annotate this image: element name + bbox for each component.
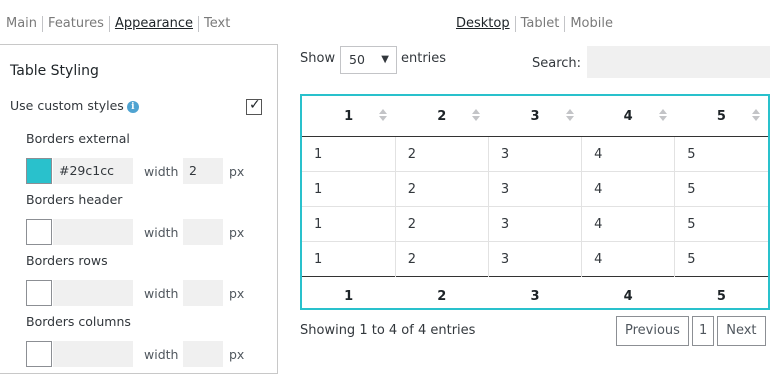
column-header-5[interactable]: 5 bbox=[674, 96, 768, 137]
pagination: Previous 1 Next bbox=[616, 316, 766, 346]
use-custom-styles-row: Use custom styles i bbox=[10, 98, 139, 113]
sort-icon bbox=[379, 109, 388, 121]
previous-button[interactable]: Previous bbox=[616, 316, 689, 346]
table-cell: 5 bbox=[674, 171, 768, 207]
checkmark-icon: ✓ bbox=[249, 97, 261, 113]
table-cell: 4 bbox=[581, 171, 675, 207]
show-label: Show bbox=[300, 51, 336, 66]
sort-icon bbox=[658, 109, 667, 121]
borders-columns-color-input[interactable] bbox=[53, 341, 133, 367]
sort-icon bbox=[752, 109, 760, 121]
table-cell: 3 bbox=[487, 171, 582, 207]
table-cell: 1 bbox=[302, 206, 396, 242]
header-row: 1 2 3 4 5 bbox=[302, 96, 768, 137]
table-cell: 5 bbox=[674, 136, 768, 172]
preview-table: 1 2 3 4 5 1 2 3 4 5 1 2 3 4 5 1 2 3 4 5 … bbox=[302, 96, 768, 315]
info-icon[interactable]: i bbox=[126, 101, 139, 113]
borders-header-unit: px bbox=[229, 225, 245, 240]
borders-external-color-swatch[interactable] bbox=[26, 158, 52, 184]
table-cell: 5 bbox=[674, 241, 768, 277]
column-header-3[interactable]: 3 bbox=[488, 96, 582, 137]
borders-columns-label: Borders columns bbox=[26, 314, 131, 329]
table-cell: 1 bbox=[314, 146, 323, 162]
table-preview: 1 2 3 4 5 1 2 3 4 5 1 2 3 4 5 1 2 3 4 5 … bbox=[300, 94, 770, 315]
tab-features[interactable]: Features bbox=[42, 16, 109, 32]
borders-external-width-input[interactable]: 2 bbox=[183, 158, 223, 184]
use-custom-styles-checkbox[interactable]: ✓ bbox=[246, 97, 262, 115]
table-cell: 2 bbox=[394, 171, 489, 207]
table-row: 1 2 3 4 5 bbox=[302, 171, 768, 207]
column-header-1[interactable]: 1 bbox=[302, 96, 396, 137]
column-footer-2: 2 bbox=[395, 276, 489, 315]
page-length-select[interactable]: 50 ▼ bbox=[340, 46, 397, 74]
search-label: Search: bbox=[532, 56, 582, 71]
column-header-label: 3 bbox=[530, 108, 540, 124]
column-header-label: 2 bbox=[437, 108, 447, 124]
entries-label: entries bbox=[401, 51, 447, 66]
tab-appearance[interactable]: Appearance bbox=[108, 16, 198, 32]
use-custom-styles-label: Use custom styles bbox=[10, 98, 124, 113]
borders-header-label: Borders header bbox=[26, 192, 123, 207]
sort-icon bbox=[472, 109, 481, 121]
page-length-value: 50 bbox=[349, 52, 365, 67]
borders-header-color-input[interactable] bbox=[53, 219, 133, 245]
column-footer-3: 3 bbox=[488, 276, 582, 315]
table-cell: 4 bbox=[581, 136, 675, 172]
column-header-label: 1 bbox=[344, 108, 354, 124]
borders-external-unit: px bbox=[229, 164, 245, 179]
footer-row: 1 2 3 4 5 bbox=[302, 276, 768, 315]
column-footer-4: 4 bbox=[581, 276, 675, 315]
settings-tabs: Main Features Appearance Text bbox=[6, 16, 235, 32]
tab-mobile[interactable]: Mobile bbox=[564, 16, 618, 32]
search-input[interactable] bbox=[587, 46, 770, 78]
column-header-label: 5 bbox=[716, 108, 726, 124]
table-styling-panel: Table Styling Use custom styles i ✓ Borde… bbox=[0, 44, 278, 374]
borders-rows-color-swatch[interactable] bbox=[26, 280, 52, 306]
column-header-2[interactable]: 2 bbox=[395, 96, 489, 137]
table-row: 1 2 3 4 5 bbox=[302, 136, 768, 172]
sort-icon bbox=[565, 109, 574, 121]
tab-main[interactable]: Main bbox=[6, 16, 42, 32]
table-row: 1 2 3 4 5 bbox=[302, 206, 768, 242]
column-footer-1: 1 bbox=[302, 276, 396, 315]
table-cell: 2 bbox=[394, 241, 489, 277]
column-footer-5: 5 bbox=[674, 276, 768, 315]
table-cell: 1 bbox=[302, 241, 396, 277]
borders-rows-width-input[interactable] bbox=[183, 280, 223, 306]
borders-rows-label: Borders rows bbox=[26, 253, 108, 268]
next-button[interactable]: Next bbox=[717, 316, 766, 346]
table-cell: 5 bbox=[674, 206, 768, 242]
table-cell: 4 bbox=[581, 241, 675, 277]
column-header-label: 4 bbox=[623, 108, 633, 124]
dropdown-arrow-icon: ▼ bbox=[381, 54, 389, 65]
borders-external-color-input[interactable]: #29c1cc bbox=[53, 158, 133, 184]
table-cell: 2 bbox=[394, 206, 489, 242]
table-cell: 1 bbox=[302, 171, 396, 207]
borders-rows-unit: px bbox=[229, 286, 245, 301]
borders-rows-color-input[interactable] bbox=[53, 280, 133, 306]
table-cell: 3 bbox=[487, 136, 582, 172]
borders-header-width-input[interactable] bbox=[183, 219, 223, 245]
device-tabs: Desktop Tablet Mobile bbox=[456, 16, 618, 32]
panel-title: Table Styling bbox=[10, 63, 99, 79]
borders-rows-width-label: width bbox=[144, 286, 179, 301]
borders-external-label: Borders external bbox=[26, 131, 130, 146]
tab-desktop[interactable]: Desktop bbox=[456, 16, 515, 32]
table-row: 1 2 3 4 5 bbox=[302, 241, 768, 277]
borders-columns-width-input[interactable] bbox=[183, 341, 223, 367]
column-header-4[interactable]: 4 bbox=[581, 96, 675, 137]
borders-header-color-swatch[interactable] bbox=[26, 219, 52, 245]
table-info: Showing 1 to 4 of 4 entries bbox=[300, 323, 476, 338]
tab-text[interactable]: Text bbox=[198, 16, 235, 32]
borders-external-width-label: width bbox=[144, 164, 179, 179]
borders-header-width-label: width bbox=[144, 225, 179, 240]
table-cell: 2 bbox=[394, 136, 489, 172]
borders-columns-color-swatch[interactable] bbox=[26, 341, 52, 367]
tab-tablet[interactable]: Tablet bbox=[514, 16, 565, 32]
table-cell: 4 bbox=[581, 206, 675, 242]
table-cell: 3 bbox=[487, 241, 582, 277]
table-cell: 3 bbox=[487, 206, 582, 242]
page-1-button[interactable]: 1 bbox=[691, 316, 715, 346]
